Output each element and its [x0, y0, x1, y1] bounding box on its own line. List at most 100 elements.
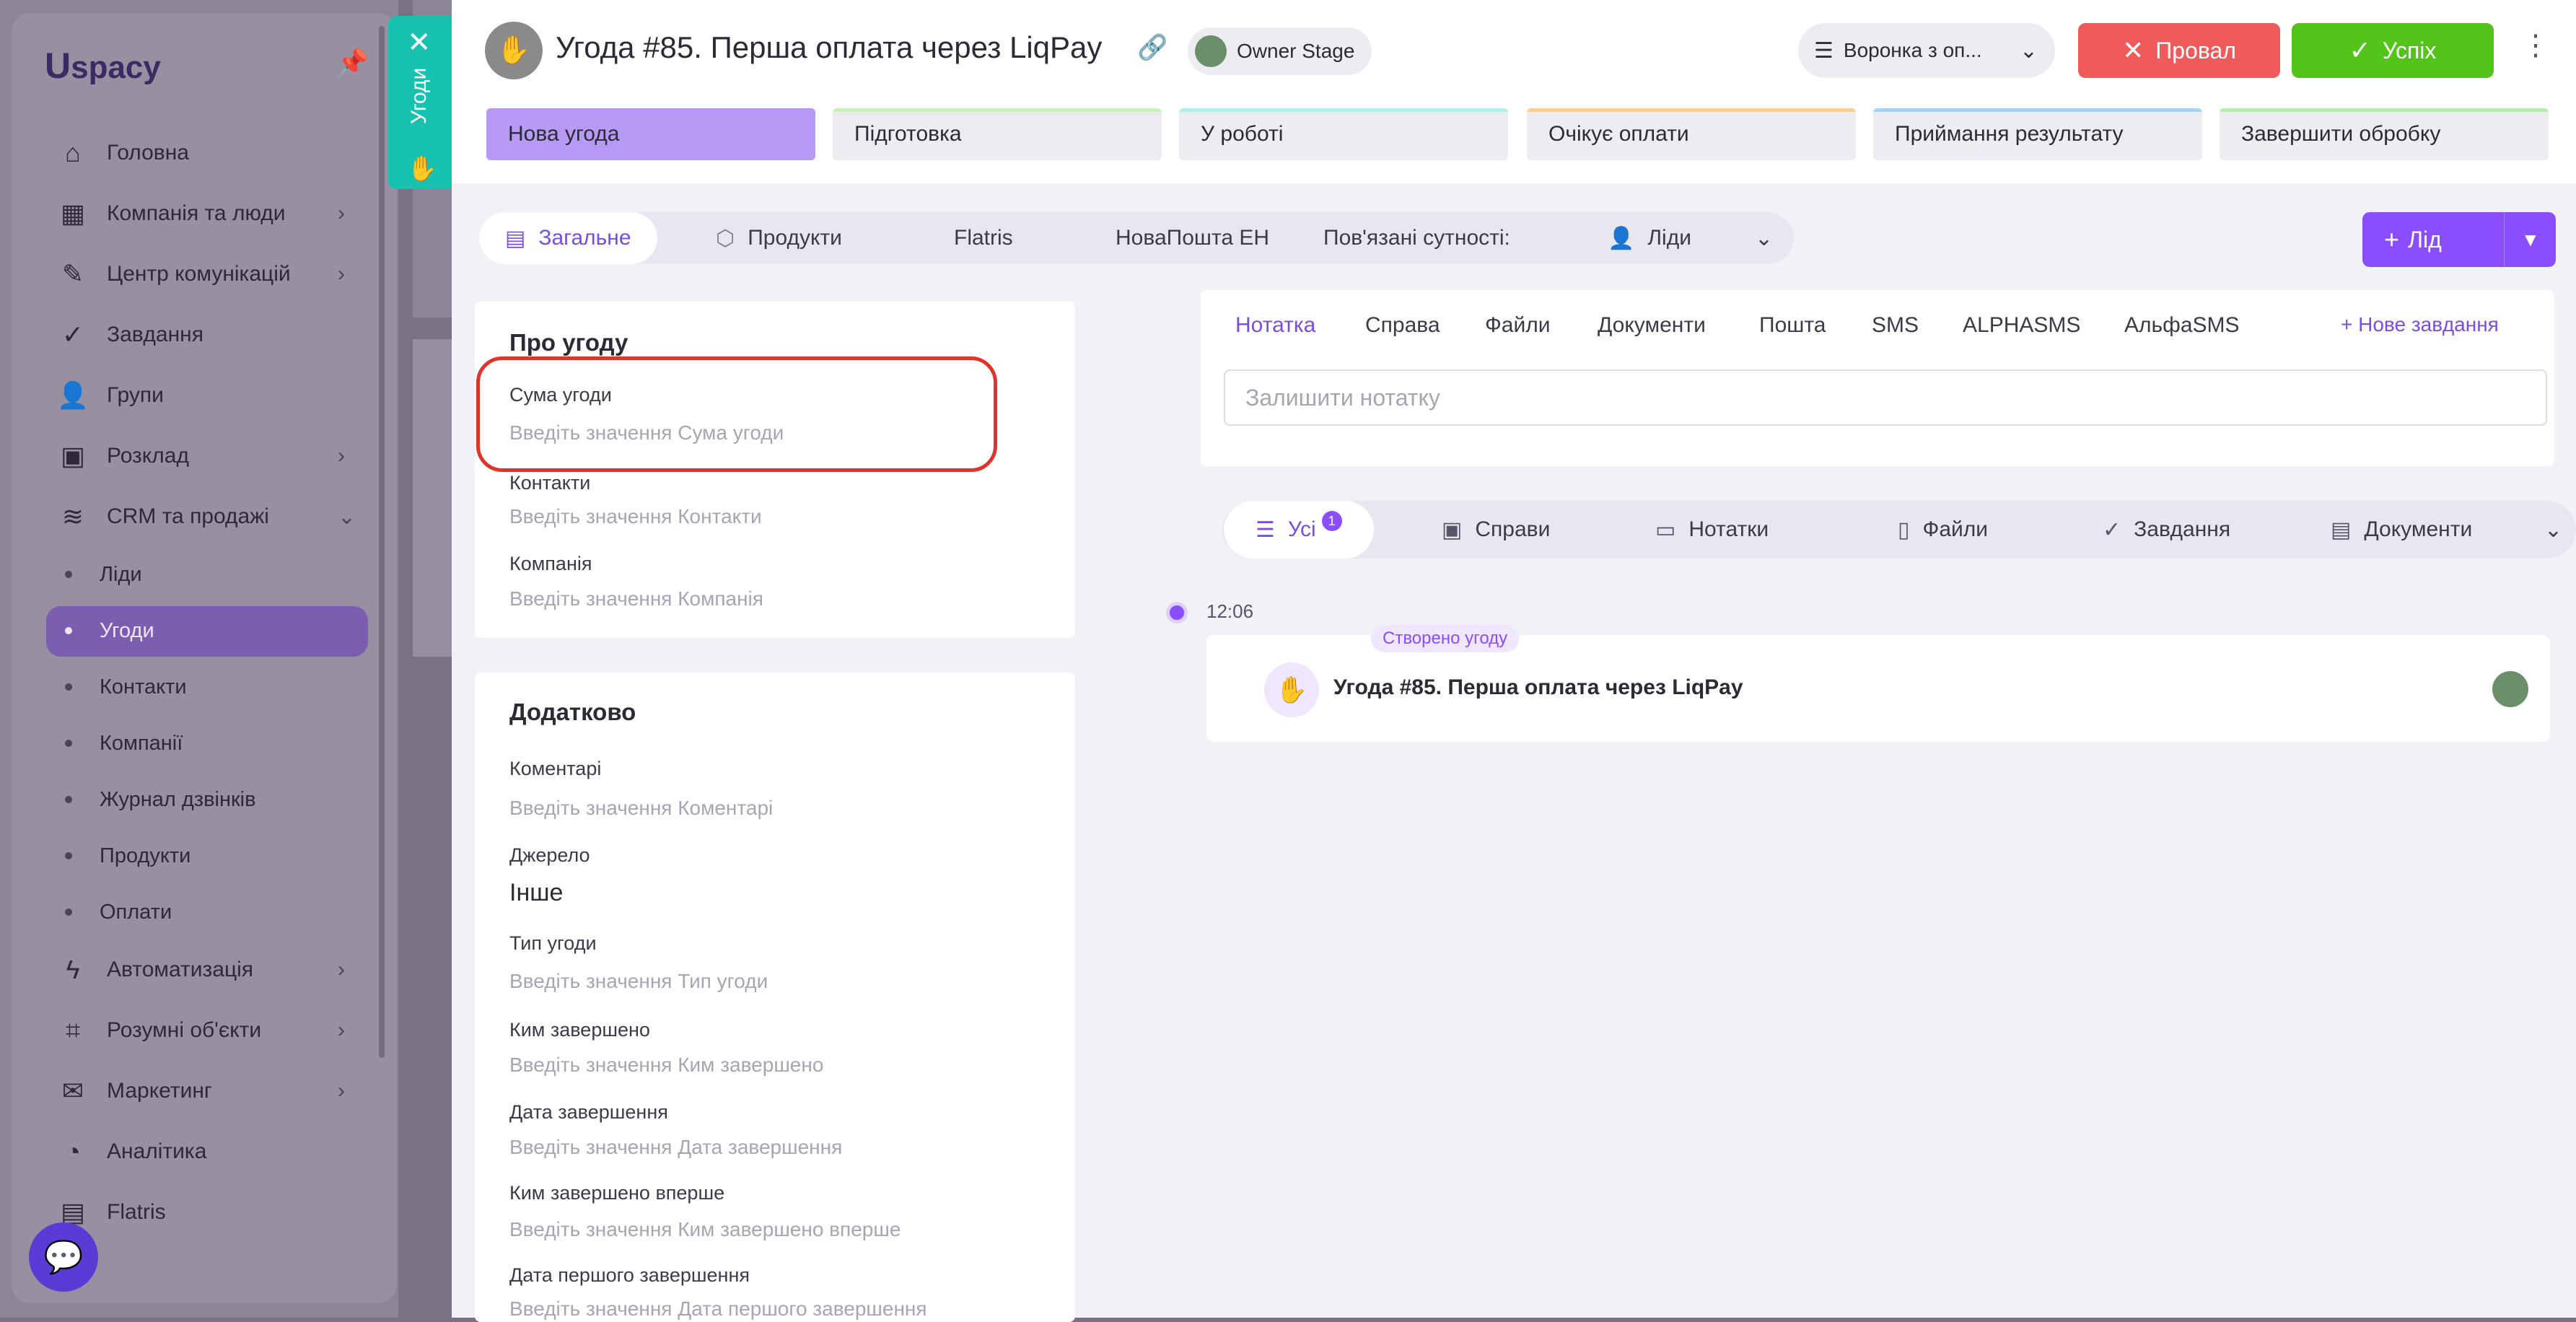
deal-panel: ✋ Угода #85. Перша оплата через LiqPay 🔗…: [452, 0, 2576, 1322]
sidebar-subitem-deals[interactable]: Угоди: [65, 609, 154, 652]
chat-support-icon[interactable]: 💬: [29, 1222, 98, 1292]
sidebar-item-marketing[interactable]: ✉ Маркетинг ›: [55, 1068, 345, 1114]
tab-products[interactable]: ⬡ Продукти: [716, 212, 842, 264]
source-value[interactable]: Інше: [509, 879, 563, 907]
filter-files[interactable]: ▯ Файли: [1898, 501, 1988, 559]
stage-finish[interactable]: Завершити обробку: [2220, 108, 2549, 160]
check-circle-icon: ✓: [2349, 35, 2371, 65]
logo[interactable]: Uspacy: [45, 45, 161, 87]
timeline-filters: ☰ Усі 1 ▣ Справи ▭ Нотатки ▯ Файли ✓ Завдання …: [1222, 501, 2576, 559]
timeline-title: Угода #85. Перша оплата через LiqPay: [1333, 675, 1743, 699]
filter-cases[interactable]: ▣ Справи: [1442, 501, 1550, 559]
tab-documents[interactable]: Документи: [1598, 313, 1706, 338]
chevron-down-icon[interactable]: ⌄: [2544, 501, 2562, 559]
tab-mail[interactable]: Пошта: [1759, 313, 1826, 338]
tab-general[interactable]: ▤ Загальне: [479, 212, 657, 264]
sidebar-item-analytics[interactable]: ◔ Аналітика: [55, 1129, 206, 1175]
chevron-down-icon[interactable]: ▼: [2521, 229, 2540, 251]
comments-input[interactable]: Введіть значення Коментарі: [509, 797, 773, 820]
timeline-dot: [1166, 602, 1188, 623]
note-input[interactable]: Залишити нотатку: [1224, 369, 2547, 426]
completed-by-input[interactable]: Введіть значення Ким завершено: [509, 1054, 823, 1077]
field-label: Тип угоди: [509, 932, 597, 954]
deal-tabs: ▤ Загальне ⬡ Продукти Flatris НоваПошта ЕН…: [479, 212, 1794, 264]
user-icon: 👤: [1608, 226, 1635, 250]
sidebar-subitem-contacts[interactable]: Контакти: [65, 665, 187, 709]
tab-alfasms[interactable]: АльфаSMS: [2124, 313, 2240, 338]
deal-type-input[interactable]: Введіть значення Тип угоди: [509, 970, 768, 993]
sidebar-subitem-call-log[interactable]: Журнал дзвінків: [65, 778, 256, 821]
sidebar-item-schedule[interactable]: ▣ Розклад ›: [55, 433, 345, 479]
completion-date-input[interactable]: Введіть значення Дата завершення: [509, 1136, 842, 1159]
tab-alphasms[interactable]: ALPHASMS: [1963, 313, 2080, 338]
sidebar-item-groups[interactable]: 👤 Групи: [55, 372, 164, 419]
user-group-icon: 👤: [56, 380, 89, 410]
stage-awaiting-payment[interactable]: Очікує оплати: [1527, 108, 1856, 160]
filter-all[interactable]: ☰ Усі 1: [1224, 501, 1374, 559]
list-icon: ☰: [1256, 517, 1275, 542]
sidebar-subitem-products[interactable]: Продукти: [65, 834, 190, 877]
success-button[interactable]: ✓ Успіх: [2292, 23, 2494, 78]
avatar: [2492, 671, 2528, 707]
stage-preparation[interactable]: Підготовка: [833, 108, 1162, 160]
tab-leads[interactable]: 👤 Ліди: [1608, 212, 1691, 264]
tab-sms[interactable]: SMS: [1872, 313, 1919, 338]
add-lead-button[interactable]: + Лід ▼: [2362, 212, 2556, 267]
stage-new[interactable]: Нова угода: [486, 108, 815, 160]
filter-tasks[interactable]: ✓ Завдання: [2103, 501, 2230, 559]
sidebar-item-tasks[interactable]: ✓ Завдання: [55, 312, 203, 358]
field-label: Контакти: [509, 472, 591, 494]
filter-notes[interactable]: ▭ Нотатки: [1655, 501, 1769, 559]
fail-button[interactable]: ✕ Провал: [2078, 23, 2280, 78]
deals-side-tab[interactable]: ✕ Угоди ✋: [388, 16, 452, 189]
sidebar-subitem-leads[interactable]: Ліди: [65, 553, 142, 596]
tab-note[interactable]: Нотатка: [1235, 313, 1315, 338]
field-label: Дата завершення: [509, 1101, 668, 1123]
calendar-icon: ▣: [1442, 517, 1463, 542]
first-completion-date-input[interactable]: Введіть значення Дата першого завершення: [509, 1297, 927, 1321]
new-task-button[interactable]: + Нове завдання: [2341, 313, 2499, 336]
tab-case[interactable]: Справа: [1365, 313, 1440, 338]
chevron-right-icon: ›: [338, 958, 345, 981]
pin-icon[interactable]: 📌: [336, 48, 369, 78]
chevron-right-icon: ›: [338, 444, 345, 468]
field-label: Ким завершено вперше: [509, 1182, 725, 1204]
sidebar-subitem-companies[interactable]: Компанії: [65, 722, 183, 765]
first-completed-by-input[interactable]: Введіть значення Ким завершено вперше: [509, 1218, 901, 1241]
plus-icon: +: [2384, 224, 2400, 254]
sidebar-item-crm[interactable]: ≋ CRM та продажі ⌄: [55, 494, 356, 540]
sidebar-item-automation[interactable]: ϟ Автоматизація ›: [55, 947, 345, 993]
sidebar-subitem-payments[interactable]: Оплати: [65, 890, 172, 934]
stage-in-work[interactable]: У роботі: [1179, 108, 1508, 160]
chevron-right-icon: ›: [338, 1079, 345, 1103]
tab-files[interactable]: Файли: [1485, 313, 1551, 338]
chevron-down-icon[interactable]: ⌄: [1755, 212, 1773, 264]
sidebar-item-smart-objects[interactable]: ⌗ Розумні об'єкти ›: [55, 1007, 345, 1054]
deal-header: ✋ Угода #85. Перша оплата через LiqPay 🔗…: [452, 0, 2576, 183]
tab-flatris[interactable]: Flatris: [954, 212, 1013, 264]
funnel-select[interactable]: ☰ Воронка з оп... ⌄: [1798, 23, 2055, 78]
sidebar-item-communications[interactable]: ✎ Центр комунікацій ›: [55, 251, 345, 297]
close-icon[interactable]: ✕: [407, 26, 431, 59]
link-icon[interactable]: 🔗: [1137, 33, 1167, 62]
sidebar-item-company[interactable]: ▦ Компанія та люди ›: [55, 191, 345, 237]
sidebar-scrollbar[interactable]: [379, 26, 385, 1058]
contacts-input[interactable]: Введіть значення Контакти: [509, 505, 762, 528]
lightning-icon: ϟ: [66, 955, 80, 984]
smart-object-icon: ⌗: [65, 1015, 81, 1045]
stage-acceptance[interactable]: Приймання результату: [1873, 108, 2202, 160]
company-input[interactable]: Введіть значення Компанія: [509, 587, 763, 610]
analytics-icon: ◔: [65, 1137, 81, 1166]
filter-icon: ☰: [1814, 38, 1834, 63]
card-title: Про угоду: [509, 329, 628, 356]
filter-documents[interactable]: ▤ Документи: [2331, 501, 2472, 559]
tab-novaposhta[interactable]: НоваПошта ЕН: [1116, 212, 1269, 264]
deal-hand-icon: ✋: [485, 22, 543, 79]
card-title: Додатково: [509, 699, 636, 725]
owner-chip[interactable]: Owner Stage: [1188, 27, 1372, 75]
sidebar-item-home[interactable]: ⌂ Головна: [55, 130, 189, 176]
related-entities-label: Пов'язані сутності:: [1323, 226, 1510, 250]
avatar: [1195, 35, 1227, 67]
chevron-down-icon: ⌄: [2019, 38, 2038, 63]
more-icon[interactable]: ⋮: [2521, 29, 2550, 62]
